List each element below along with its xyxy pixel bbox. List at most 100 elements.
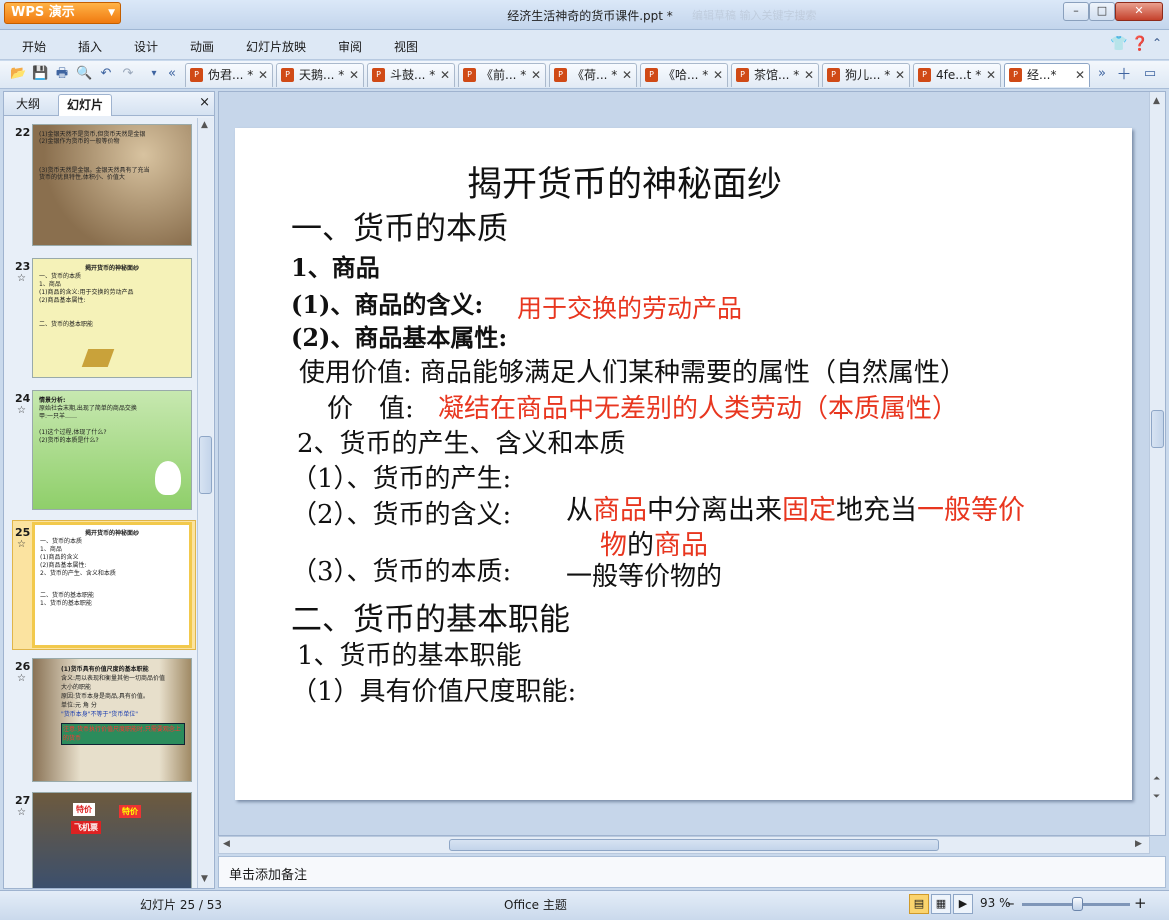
shirt-icon[interactable]: 👕 xyxy=(1110,36,1127,52)
vertical-scrollbar[interactable]: ▲ ⏶ ⏷ xyxy=(1149,92,1165,835)
scroll-down-icon[interactable]: ▼ xyxy=(201,874,208,884)
ppt-file-icon: P xyxy=(645,68,658,82)
def-part: 商品 xyxy=(593,495,647,526)
new-tab-icon[interactable]: ＋ xyxy=(1116,66,1132,82)
doc-tab-7[interactable]: P 茶馆... * ✕ xyxy=(731,63,819,87)
zoom-out-icon[interactable]: – xyxy=(1007,894,1015,912)
slide-sorter-view-button[interactable]: ▦ xyxy=(931,894,951,914)
thumb-text: (1)这个过程,体现了什么? xyxy=(39,429,107,436)
help-icon[interactable]: ❓ xyxy=(1131,36,1148,52)
open-folder-icon[interactable]: 📂 xyxy=(10,66,26,82)
doc-tab-2[interactable]: P 天鹅... * ✕ xyxy=(276,63,364,87)
print-icon[interactable]: 🖶 xyxy=(54,66,70,82)
menu-animation[interactable]: 动画 xyxy=(190,38,214,55)
scroll-right-icon[interactable]: ▶ xyxy=(1135,839,1142,849)
slideshow-view-button[interactable]: ▶ xyxy=(953,894,973,914)
notes-pane[interactable]: 单击添加备注 xyxy=(218,856,1166,888)
scrollbar-thumb[interactable] xyxy=(449,839,939,851)
menu-design[interactable]: 设计 xyxy=(134,38,158,55)
thumb-number: 26 xyxy=(15,660,31,673)
doc-tab-5[interactable]: P 《荷... * ✕ xyxy=(549,63,637,87)
tab-scroll-right-icon[interactable]: » xyxy=(1094,66,1110,82)
slide-thumbnail-22[interactable]: (1)金银天然不是货币,但货币天然是金银 (2)金银作为货币的一般等价物 (3)… xyxy=(32,124,192,246)
ppt-file-icon: P xyxy=(281,68,294,82)
undo-icon[interactable]: ↶ xyxy=(98,66,114,82)
thumb-number: 22 xyxy=(15,126,31,139)
tab-scroll-left-icon[interactable]: « xyxy=(164,66,180,82)
zoom-level: 93 % xyxy=(980,896,1011,910)
redo-icon[interactable]: ↷ xyxy=(120,66,136,82)
menu-review[interactable]: 审阅 xyxy=(338,38,362,55)
tab-slides[interactable]: 幻灯片 xyxy=(58,94,113,116)
close-tab-icon[interactable]: ✕ xyxy=(349,64,359,86)
thumb-text: 一、货币的本质 xyxy=(39,273,82,280)
menu-view[interactable]: 视图 xyxy=(394,38,418,55)
close-panel-icon[interactable]: × xyxy=(199,95,210,110)
customize-dropdown-icon[interactable]: ▾ xyxy=(146,66,162,82)
doc-tab-label: 斗鼓... * xyxy=(390,68,436,82)
menu-home[interactable]: 开始 xyxy=(22,38,46,55)
status-bar: 幻灯片 25 / 53 Office 主题 ▤ ▦ ▶ 93 % – + xyxy=(0,890,1169,920)
thumbnail-list: 22 (1)金银天然不是货币,但货币天然是金银 (2)金银作为货币的一般等价物 … xyxy=(4,118,197,888)
thumb-number: 25 xyxy=(15,526,31,539)
close-tab-icon[interactable]: ✕ xyxy=(804,64,814,86)
scroll-up-icon[interactable]: ▲ xyxy=(1153,96,1160,106)
close-tab-icon[interactable]: ✕ xyxy=(622,64,632,86)
slide-thumbnail-27[interactable]: 特价 飞机票 特价 xyxy=(32,792,192,888)
close-tab-icon[interactable]: ✕ xyxy=(713,64,723,86)
menu-insert[interactable]: 插入 xyxy=(78,38,102,55)
prev-slide-icon[interactable]: ⏶ xyxy=(1153,774,1160,784)
wps-app-menu-button[interactable]: WPS 演示 ▼ xyxy=(4,2,121,24)
doc-tab-label: 狗儿... * xyxy=(845,68,891,82)
thumb-text: (3)货币天然是金银。金银天然具有了充当 xyxy=(39,167,150,174)
doc-tab-6[interactable]: P 《哈... * ✕ xyxy=(640,63,728,87)
close-window-button[interactable]: ✕ xyxy=(1115,2,1163,21)
close-tab-icon[interactable]: ✕ xyxy=(258,64,268,86)
rabbit-image xyxy=(155,461,181,495)
menu-slideshow[interactable]: 幻灯片放映 xyxy=(246,38,306,55)
zoom-slider-knob[interactable] xyxy=(1072,897,1083,911)
doc-tab-1[interactable]: P 伪君... * ✕ xyxy=(185,63,273,87)
close-tab-icon[interactable]: ✕ xyxy=(531,64,541,86)
close-tab-icon[interactable]: ✕ xyxy=(986,64,996,86)
doc-tab-active[interactable]: P 经...* ✕ xyxy=(1004,63,1090,87)
horizontal-scrollbar[interactable]: ◀ ▶ xyxy=(218,836,1150,854)
tab-outline[interactable]: 大纲 xyxy=(8,94,48,116)
thumb-text: (2)货币的本质是什么? xyxy=(39,437,99,444)
zoom-in-icon[interactable]: + xyxy=(1134,894,1147,912)
close-tab-icon[interactable]: ✕ xyxy=(895,64,905,86)
scrollbar-thumb[interactable] xyxy=(1151,410,1164,448)
doc-tab-4[interactable]: P 《前... * ✕ xyxy=(458,63,546,87)
normal-view-button[interactable]: ▤ xyxy=(909,894,929,914)
expand-icon[interactable]: ⌃ xyxy=(1152,36,1162,50)
doc-tab-3[interactable]: P 斗鼓... * ✕ xyxy=(367,63,455,87)
scroll-up-icon[interactable]: ▲ xyxy=(201,120,208,130)
save-icon[interactable]: 💾 xyxy=(32,66,48,82)
close-tab-icon[interactable]: ✕ xyxy=(440,64,450,86)
slide-canvas[interactable]: 揭开货币的神秘面纱 一、货币的本质 1、商品 (1)、商品的含义: 用于交换的劳… xyxy=(235,128,1132,800)
slide-thumbnail-23[interactable]: 揭开货币的神秘面纱 一、货币的本质 1、商品 (1)商品的含义:用于交换的劳动产… xyxy=(32,258,192,378)
slide-thumbnail-25[interactable]: 揭开货币的神秘面纱 一、货币的本质 1、商品 (1)商品的含义 (2)商品基本属… xyxy=(32,522,192,648)
scroll-left-icon[interactable]: ◀ xyxy=(223,839,230,849)
slide-thumbnail-24[interactable]: 情景分析: 原始社会末期,出现了简单的商品交换 甲:一只羊…… (1)这个过程,… xyxy=(32,390,192,510)
chevron-down-icon: ▼ xyxy=(108,8,115,18)
maximize-button[interactable]: □ xyxy=(1089,2,1115,21)
minimize-button[interactable]: – xyxy=(1063,2,1089,21)
slide-thumbnail-26[interactable]: (1)货币具有价值尺度的基本职能 含义:用以表现和衡量其他一切商品价值 大小的职… xyxy=(32,658,192,782)
thumb-text: 情景分析: xyxy=(39,397,66,404)
close-tab-icon[interactable]: ✕ xyxy=(1075,64,1085,86)
next-slide-icon[interactable]: ⏷ xyxy=(1153,792,1160,802)
ppt-file-icon: P xyxy=(1009,68,1022,82)
print-preview-icon[interactable]: 🔍 xyxy=(76,66,92,82)
thumbnail-scrollbar[interactable]: ▲ ▼ xyxy=(197,118,213,888)
scrollbar-thumb[interactable] xyxy=(199,436,212,494)
doc-tab-label: 《荷... * xyxy=(572,68,618,82)
subheading-money: 2、货币的产生、含义和本质 xyxy=(297,429,626,459)
tab-list-icon[interactable]: ▭ xyxy=(1142,66,1158,82)
doc-tab-label: 天鹅... * xyxy=(299,68,345,82)
doc-tab-8[interactable]: P 狗儿... * ✕ xyxy=(822,63,910,87)
doc-tab-9[interactable]: P 4fe...t * ✕ xyxy=(913,63,1001,87)
animation-star-icon: ☆ xyxy=(17,673,26,684)
doc-tab-label: 《前... * xyxy=(481,68,527,82)
thumb-text: 特价 xyxy=(73,803,95,816)
